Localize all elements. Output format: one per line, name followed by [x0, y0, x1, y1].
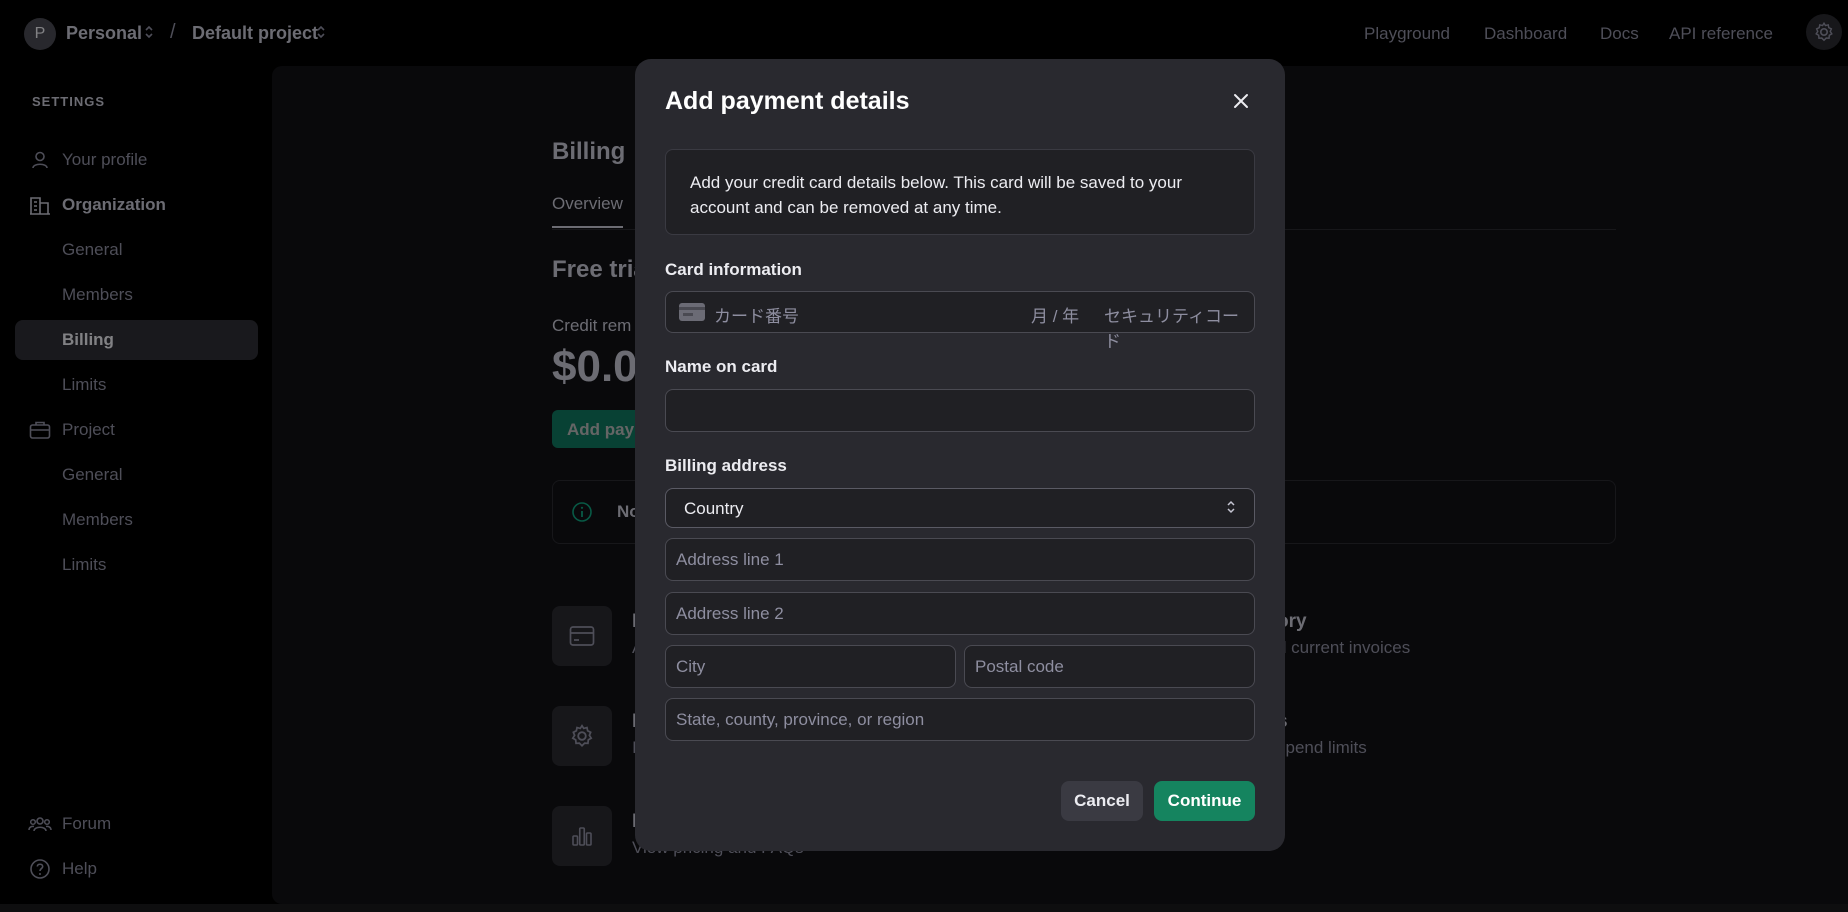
cancel-button[interactable]: Cancel — [1061, 781, 1143, 821]
credit-card-icon — [679, 303, 705, 321]
chevron-updown-icon — [1226, 498, 1236, 517]
info-box: Add your credit card details below. This… — [665, 149, 1255, 235]
country-select[interactable]: Country — [665, 488, 1255, 528]
city-input[interactable]: City — [665, 645, 956, 688]
address-line-2-input[interactable]: Address line 2 — [665, 592, 1255, 635]
postal-code-input[interactable]: Postal code — [964, 645, 1255, 688]
name-on-card-input[interactable] — [665, 389, 1255, 432]
name-on-card-label: Name on card — [665, 357, 778, 376]
billing-address-label: Billing address — [665, 456, 787, 475]
close-icon — [1234, 94, 1248, 108]
modal-title: Add payment details — [665, 87, 910, 115]
address-line-1-input[interactable]: Address line 1 — [665, 538, 1255, 581]
state-input[interactable]: State, county, province, or region — [665, 698, 1255, 741]
card-number-field[interactable]: カード番号 — [714, 302, 799, 327]
close-button[interactable] — [1229, 89, 1253, 113]
continue-button[interactable]: Continue — [1154, 781, 1255, 821]
card-information-label: Card information — [665, 260, 802, 279]
country-select-value: Country — [684, 499, 744, 518]
card-input[interactable]: カード番号 月 / 年 セキュリティコード — [665, 291, 1255, 351]
card-expiry-field[interactable]: 月 / 年 — [1031, 302, 1079, 327]
payment-modal: Add payment details Add your credit card… — [635, 59, 1285, 851]
card-cvc-field[interactable]: セキュリティコード — [1104, 302, 1254, 352]
